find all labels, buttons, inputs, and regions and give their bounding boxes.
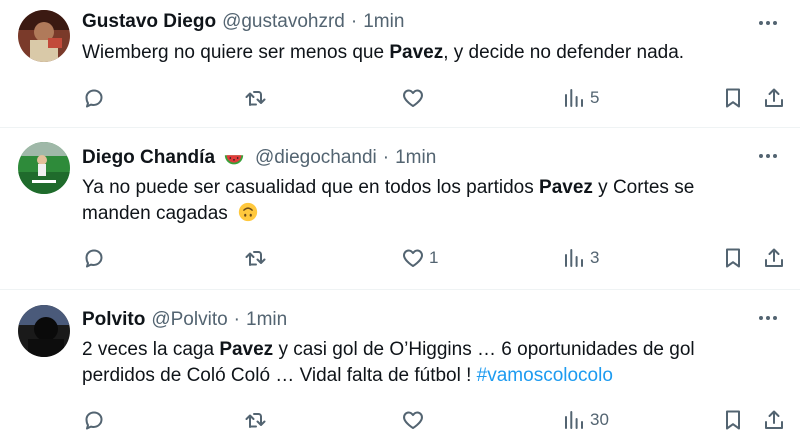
share-icon xyxy=(765,88,783,107)
more-icon[interactable] xyxy=(756,306,780,330)
hashtag-link[interactable]: #vamoscolocolo xyxy=(477,365,613,386)
share-button[interactable] xyxy=(762,243,786,273)
text-highlight: Pavez xyxy=(219,339,274,360)
tweet-text: 2 veces la caga Pavez y casi gol de O’Hi… xyxy=(82,337,762,389)
timestamp[interactable]: 1min xyxy=(363,11,404,33)
text-segment: Wiemberg no quiere ser menos que xyxy=(82,42,390,63)
tweet-header: Gustavo Diego @gustavohzrd · 1min xyxy=(82,10,740,34)
text-segment: 2 veces la caga xyxy=(82,339,220,360)
more-icon[interactable] xyxy=(756,144,780,168)
reply-icon xyxy=(85,89,103,108)
bookmark-button[interactable] xyxy=(721,83,745,113)
upside-down-face-emoji xyxy=(238,202,258,222)
avatar[interactable] xyxy=(18,142,70,194)
more-icon[interactable] xyxy=(756,11,780,35)
share-icon xyxy=(765,410,783,429)
heart-icon xyxy=(403,411,423,429)
like-button[interactable] xyxy=(401,405,429,435)
separator-dot: · xyxy=(233,309,240,330)
like-button[interactable] xyxy=(401,83,429,113)
tweet-text: Wiemberg no quiere ser menos que Pavez, … xyxy=(82,40,762,66)
retweet-button[interactable] xyxy=(243,405,271,435)
author-name[interactable]: Diego Chandía xyxy=(82,147,215,169)
retweet-button[interactable] xyxy=(243,243,271,273)
like-count: 1 xyxy=(429,248,439,267)
view-count: 3 xyxy=(590,248,600,267)
retweet-button[interactable] xyxy=(243,83,271,113)
share-icon xyxy=(765,248,783,267)
tweet[interactable]: Polvito @Polvito · 1min 2 veces la caga … xyxy=(0,290,800,441)
tweet-feed: Gustavo Diego @gustavohzrd · 1min Wiembe… xyxy=(0,0,800,441)
avatar[interactable] xyxy=(18,10,70,62)
separator-dot: · xyxy=(382,147,390,168)
text-segment: Ya no puede ser casualidad que en todos … xyxy=(82,177,540,198)
author-name[interactable]: Gustavo Diego xyxy=(82,11,216,33)
avatar-image xyxy=(18,10,70,62)
views-icon xyxy=(565,249,583,267)
bookmark-icon xyxy=(726,410,740,430)
bookmark-icon xyxy=(726,88,740,108)
heart-icon xyxy=(403,89,423,107)
retweet-icon xyxy=(245,413,266,428)
tweet-actions: 1 3 xyxy=(0,243,800,273)
share-button[interactable] xyxy=(762,405,786,435)
bookmark-button[interactable] xyxy=(721,243,745,273)
tweet-actions: 30 xyxy=(0,405,800,435)
view-count: 5 xyxy=(590,88,600,107)
views-button[interactable]: 3 xyxy=(562,243,599,273)
tweet[interactable]: Diego Chandía @diegochandi · 1min Ya no … xyxy=(0,128,800,290)
views-button[interactable]: 30 xyxy=(562,405,609,435)
tweet-header: Diego Chandía @diegochandi · 1min xyxy=(82,146,740,170)
tweet-actions: 5 xyxy=(0,83,800,113)
reply-icon xyxy=(85,249,103,268)
author-name[interactable]: Polvito xyxy=(82,309,145,331)
views-icon xyxy=(565,89,583,107)
avatar[interactable] xyxy=(18,305,70,357)
tweet-text: Ya no puede ser casualidad que en todos … xyxy=(82,175,762,227)
watermelon-emoji xyxy=(224,155,244,165)
retweet-icon xyxy=(245,251,266,266)
share-button[interactable] xyxy=(762,83,786,113)
bookmark-button[interactable] xyxy=(721,405,745,435)
retweet-icon xyxy=(245,91,266,106)
views-button[interactable]: 5 xyxy=(562,83,599,113)
text-highlight: Pavez xyxy=(539,177,593,198)
tweet[interactable]: Gustavo Diego @gustavohzrd · 1min Wiembe… xyxy=(0,0,800,128)
bookmark-icon xyxy=(726,248,740,268)
views-icon xyxy=(565,411,583,429)
reply-button[interactable] xyxy=(82,83,110,113)
text-segment: , y decide no defender nada. xyxy=(443,42,685,63)
author-handle[interactable]: @gustavohzrd xyxy=(222,11,345,33)
timestamp[interactable]: 1min xyxy=(395,147,436,169)
author-handle[interactable]: @Polvito xyxy=(151,309,227,331)
timestamp[interactable]: 1min xyxy=(246,309,287,331)
separator-dot: · xyxy=(350,11,358,32)
reply-button[interactable] xyxy=(82,405,110,435)
author-handle[interactable]: @diegochandi xyxy=(255,147,377,169)
avatar-image xyxy=(18,142,70,194)
like-button[interactable]: 1 xyxy=(401,243,438,273)
reply-icon xyxy=(85,411,103,430)
avatar-image xyxy=(18,305,70,357)
tweet-header: Polvito @Polvito · 1min xyxy=(82,308,740,332)
reply-button[interactable] xyxy=(82,243,110,273)
heart-icon xyxy=(403,249,423,267)
text-highlight: Pavez xyxy=(389,42,444,63)
view-count: 30 xyxy=(590,410,609,429)
